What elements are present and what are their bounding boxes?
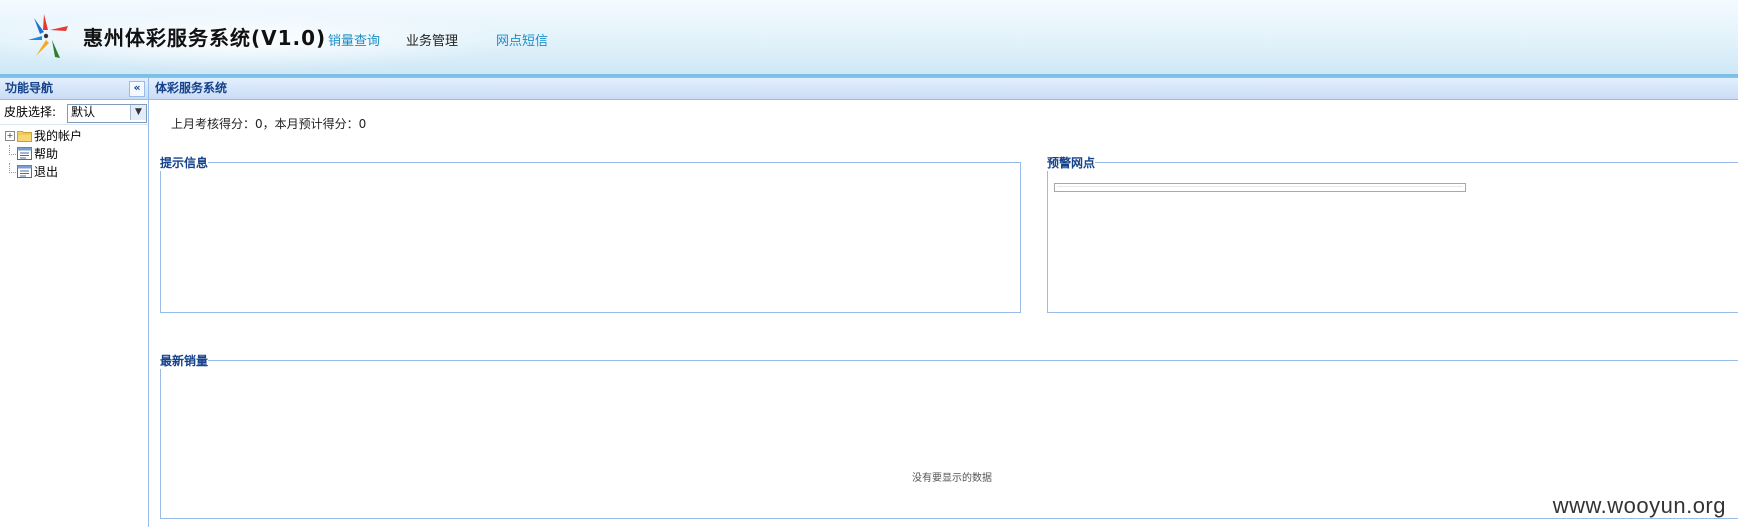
collapse-panel-icon[interactable]: « [129,81,145,97]
nav-tree: + 我的帐户 帮助 退出 [0,124,148,181]
chevron-down-icon[interactable]: ▼ [130,105,146,120]
tree-item-help[interactable]: 帮助 [0,145,148,163]
latest-sales-box: 最新销量 没有要显示的数据 [160,352,1738,519]
skin-select-value: 默认 [71,105,96,119]
latest-sales-legend: 最新销量 [160,354,209,368]
app-title: 惠州体彩服务系统(V1.0) [83,26,327,50]
tree-item-label: 退出 [34,165,59,179]
warning-outlets-list[interactable] [1054,183,1466,192]
skin-label: 皮肤选择: [4,105,57,119]
page-icon [17,147,32,160]
nav-outlet-sms[interactable]: 网点短信 [496,30,548,49]
warning-outlets-legend: 预警网点 [1047,156,1096,170]
empty-data-message: 没有要显示的数据 [912,473,992,484]
function-nav-title: 功能导航 [5,81,54,95]
main-content-panel: 体彩服务系统 上月考核得分：0，本月预计得分：0 提示信息 预警网点 最新销量 … [149,77,1738,527]
tips-info-legend: 提示信息 [160,156,209,170]
skin-select[interactable]: 默认 ▼ [67,104,147,123]
main-panel-header: 体彩服务系统 [149,77,1738,100]
nav-sales-query[interactable]: 销量查询 [328,30,380,49]
function-nav-header: 功能导航 « [0,77,148,100]
expand-plus-icon[interactable]: + [5,131,15,141]
tips-info-box: 提示信息 [160,154,1021,313]
page-icon [17,165,32,178]
watermark: www.wooyun.org [1552,493,1726,518]
sports-lottery-logo-icon [28,14,68,58]
tree-item-label: 帮助 [34,147,59,161]
warning-outlets-box: 预警网点 [1047,154,1738,313]
score-summary: 上月考核得分：0，本月预计得分：0 [171,117,367,131]
main-panel-title: 体彩服务系统 [155,81,228,95]
nav-business-management[interactable]: 业务管理 [406,30,458,49]
skin-selector-row: 皮肤选择: 默认 ▼ [0,100,148,124]
tree-item-logout[interactable]: 退出 [0,163,148,181]
app-header: 惠州体彩服务系统(V1.0) 销量查询 业务管理 网点短信 [0,0,1738,77]
folder-icon [17,131,32,142]
function-nav-panel: 功能导航 « 皮肤选择: 默认 ▼ + 我的帐户 帮助 退出 [0,77,149,527]
tree-item-label: 我的帐户 [34,129,83,143]
tree-item-my-account[interactable]: + 我的帐户 [0,127,148,145]
